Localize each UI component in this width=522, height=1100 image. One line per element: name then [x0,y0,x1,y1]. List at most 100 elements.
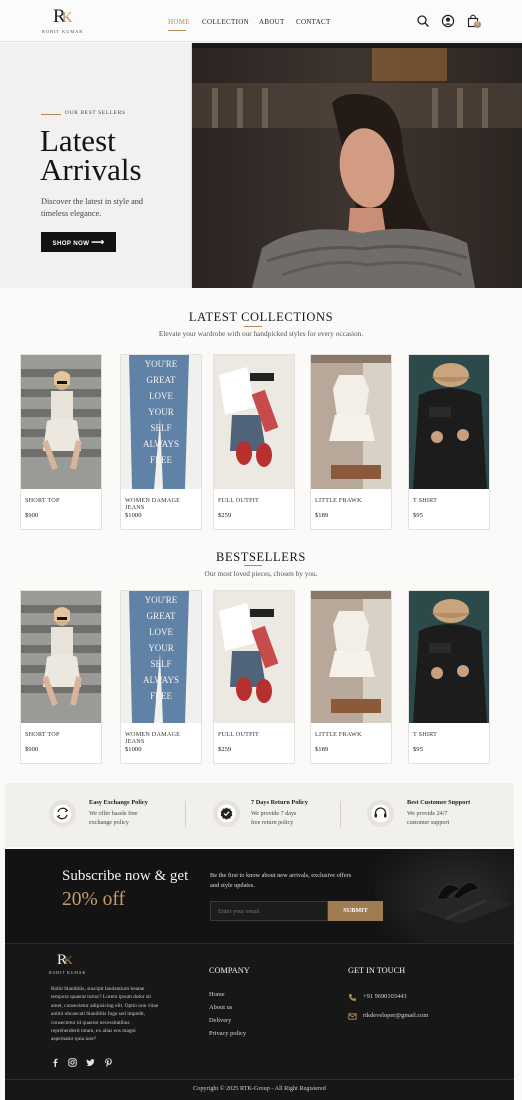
product-card[interactable]: FULL OUTFIT $259 [213,590,295,764]
shop-now-button[interactable]: SHOP NOW ⟶ [41,232,116,252]
product-card[interactable]: T SHIRT $95 [408,354,490,530]
product-card[interactable]: SHORT TOP $900 [20,590,102,764]
logo[interactable]: RK [53,6,73,28]
contact-email[interactable]: rtkdeveloper@gmail.com [363,1012,428,1019]
email-input[interactable] [210,901,328,921]
product-name: LITTLE FRAWK [315,731,362,738]
twitter-icon[interactable] [86,1058,95,1067]
svg-text:YOUR: YOUR [148,643,174,653]
footer-about-text: Rohit blanditiis, suscipit laudantium be… [51,986,159,1043]
instagram-icon[interactable] [68,1058,77,1067]
product-name: FULL OUTFIT [218,497,259,504]
svg-text:FREE: FREE [150,691,173,701]
footer-link-about[interactable]: About us [209,1004,232,1011]
search-icon[interactable] [416,14,430,28]
product-name: FULL OUTFIT [218,731,259,738]
cart-count-badge: 0 [474,21,481,28]
product-image[interactable]: YOU'RE GREAT LOVE YOUR SELF ALWAYS FREE [121,355,201,489]
footer-logo-text: ROHIT KUMAR [49,970,86,975]
product-price: $259 [218,512,232,519]
bestsellers-title: BESTSELLERS [216,550,306,564]
product-image[interactable] [21,355,101,489]
svg-text:ALWAYS: ALWAYS [143,675,179,685]
facebook-icon[interactable] [51,1058,60,1067]
svg-text:LOVE: LOVE [149,627,173,637]
product-name: SHORT TOP [25,497,60,504]
product-name: SHORT TOP [25,731,60,738]
latest-subtitle: Elevate your wardrobe with our handpicke… [158,329,364,338]
submit-button[interactable]: SUBMIT [328,901,383,921]
hero-eyebrow: OUR BEST SELLERS [65,110,126,116]
svg-text:GREAT: GREAT [147,375,177,385]
site-footer: RK ROHIT KUMAR Rohit blanditiis, suscipi… [5,943,514,1100]
svg-text:SELF: SELF [150,659,171,669]
product-image[interactable] [311,591,391,723]
feature-title: Best Customer Support [407,799,471,806]
svg-text:LOVE: LOVE [149,391,173,401]
feature-text: We offer hassle free exchange policy [89,811,138,826]
latest-title-underline [244,326,262,327]
bestsellers-subtitle: Our most loved pieces, chosen by you. [204,569,318,578]
feature-divider [185,801,186,827]
contact-phone[interactable]: +91 9690103443 [363,993,407,1000]
features-bar: Easy Exchange Policy We offer hassle fre… [5,783,514,847]
logo-text: ROHIT KUMAR [42,29,84,34]
gift-box-image [375,849,514,943]
hero-subtitle: Discover the latest in style and timeles… [41,197,144,218]
product-price: $95 [413,746,423,753]
product-card[interactable]: FULL OUTFIT $259 [213,354,295,530]
subscribe-heading: Subscribe now & get [62,868,189,884]
product-image[interactable] [214,591,294,723]
eyebrow-line [41,114,61,115]
phone-icon [349,994,356,1001]
product-price: $189 [315,512,329,519]
product-card[interactable]: YOU'RE GREAT LOVE YOUR SELF ALWAYS FREE WOMEN D… [120,354,202,530]
mail-icon [348,1013,357,1020]
product-price: $1000 [125,512,142,519]
svg-text:ALWAYS: ALWAYS [143,439,179,449]
product-price: $259 [218,746,232,753]
footer-logo[interactable]: RK [57,952,73,969]
product-price: $1000 [125,746,142,753]
arrow-right-icon: ⟶ [91,237,105,247]
product-image[interactable] [409,591,489,723]
product-image[interactable] [409,355,489,489]
feature-title: 7 Days Return Policy [251,799,308,806]
nav-active-underline [168,30,186,31]
hero-image [192,43,522,288]
user-icon[interactable] [441,14,455,28]
nav-collection[interactable]: COLLECTION [202,18,249,26]
product-image[interactable] [21,591,101,723]
svg-text:YOUR: YOUR [148,407,174,417]
svg-text:SELF: SELF [150,423,171,433]
svg-text:YOU'RE: YOU'RE [145,359,178,369]
product-card[interactable]: T SHIRT $95 [408,590,490,764]
footer-divider [5,1079,514,1080]
feature-text: We provide 7 days free return policy [251,811,297,826]
checkmark-badge-icon [213,800,240,827]
exchange-icon [49,800,76,827]
product-image[interactable] [311,355,391,489]
product-image[interactable]: YOU'RE GREAT LOVE YOUR SELF ALWAYS FREE [121,591,201,723]
product-card[interactable]: LITTLE FRAWK $189 [310,590,392,764]
pinterest-icon[interactable] [104,1058,113,1067]
subscribe-section: Subscribe now & get 20% off Be the first… [5,849,514,943]
nav-about[interactable]: ABOUT [259,18,285,26]
feature-divider [340,801,341,827]
nav-home[interactable]: HOME [168,18,190,26]
nav-contact[interactable]: CONTACT [296,18,331,26]
hero-title: Latest Arrivals [40,123,142,187]
product-name: T SHIRT [413,497,438,504]
product-image[interactable] [214,355,294,489]
footer-link-delivery[interactable]: Delivery [209,1017,231,1024]
footer-link-privacy[interactable]: Privacy policy [209,1030,246,1037]
product-card[interactable]: SHORT TOP $900 [20,354,102,530]
product-name: WOMEN DAMAGE JEANS [125,497,181,511]
product-name: LITTLE FRAWK [315,497,362,504]
product-card[interactable]: LITTLE FRAWK $189 [310,354,392,530]
footer-link-home[interactable]: Home [209,991,225,998]
svg-text:YOU'RE: YOU'RE [145,595,178,605]
product-card[interactable]: YOU'RE GREAT LOVE YOUR SELF ALWAYS FREE WOMEN D… [120,590,202,764]
product-price: $189 [315,746,329,753]
product-name: WOMEN DAMAGE JEANS [125,731,181,745]
